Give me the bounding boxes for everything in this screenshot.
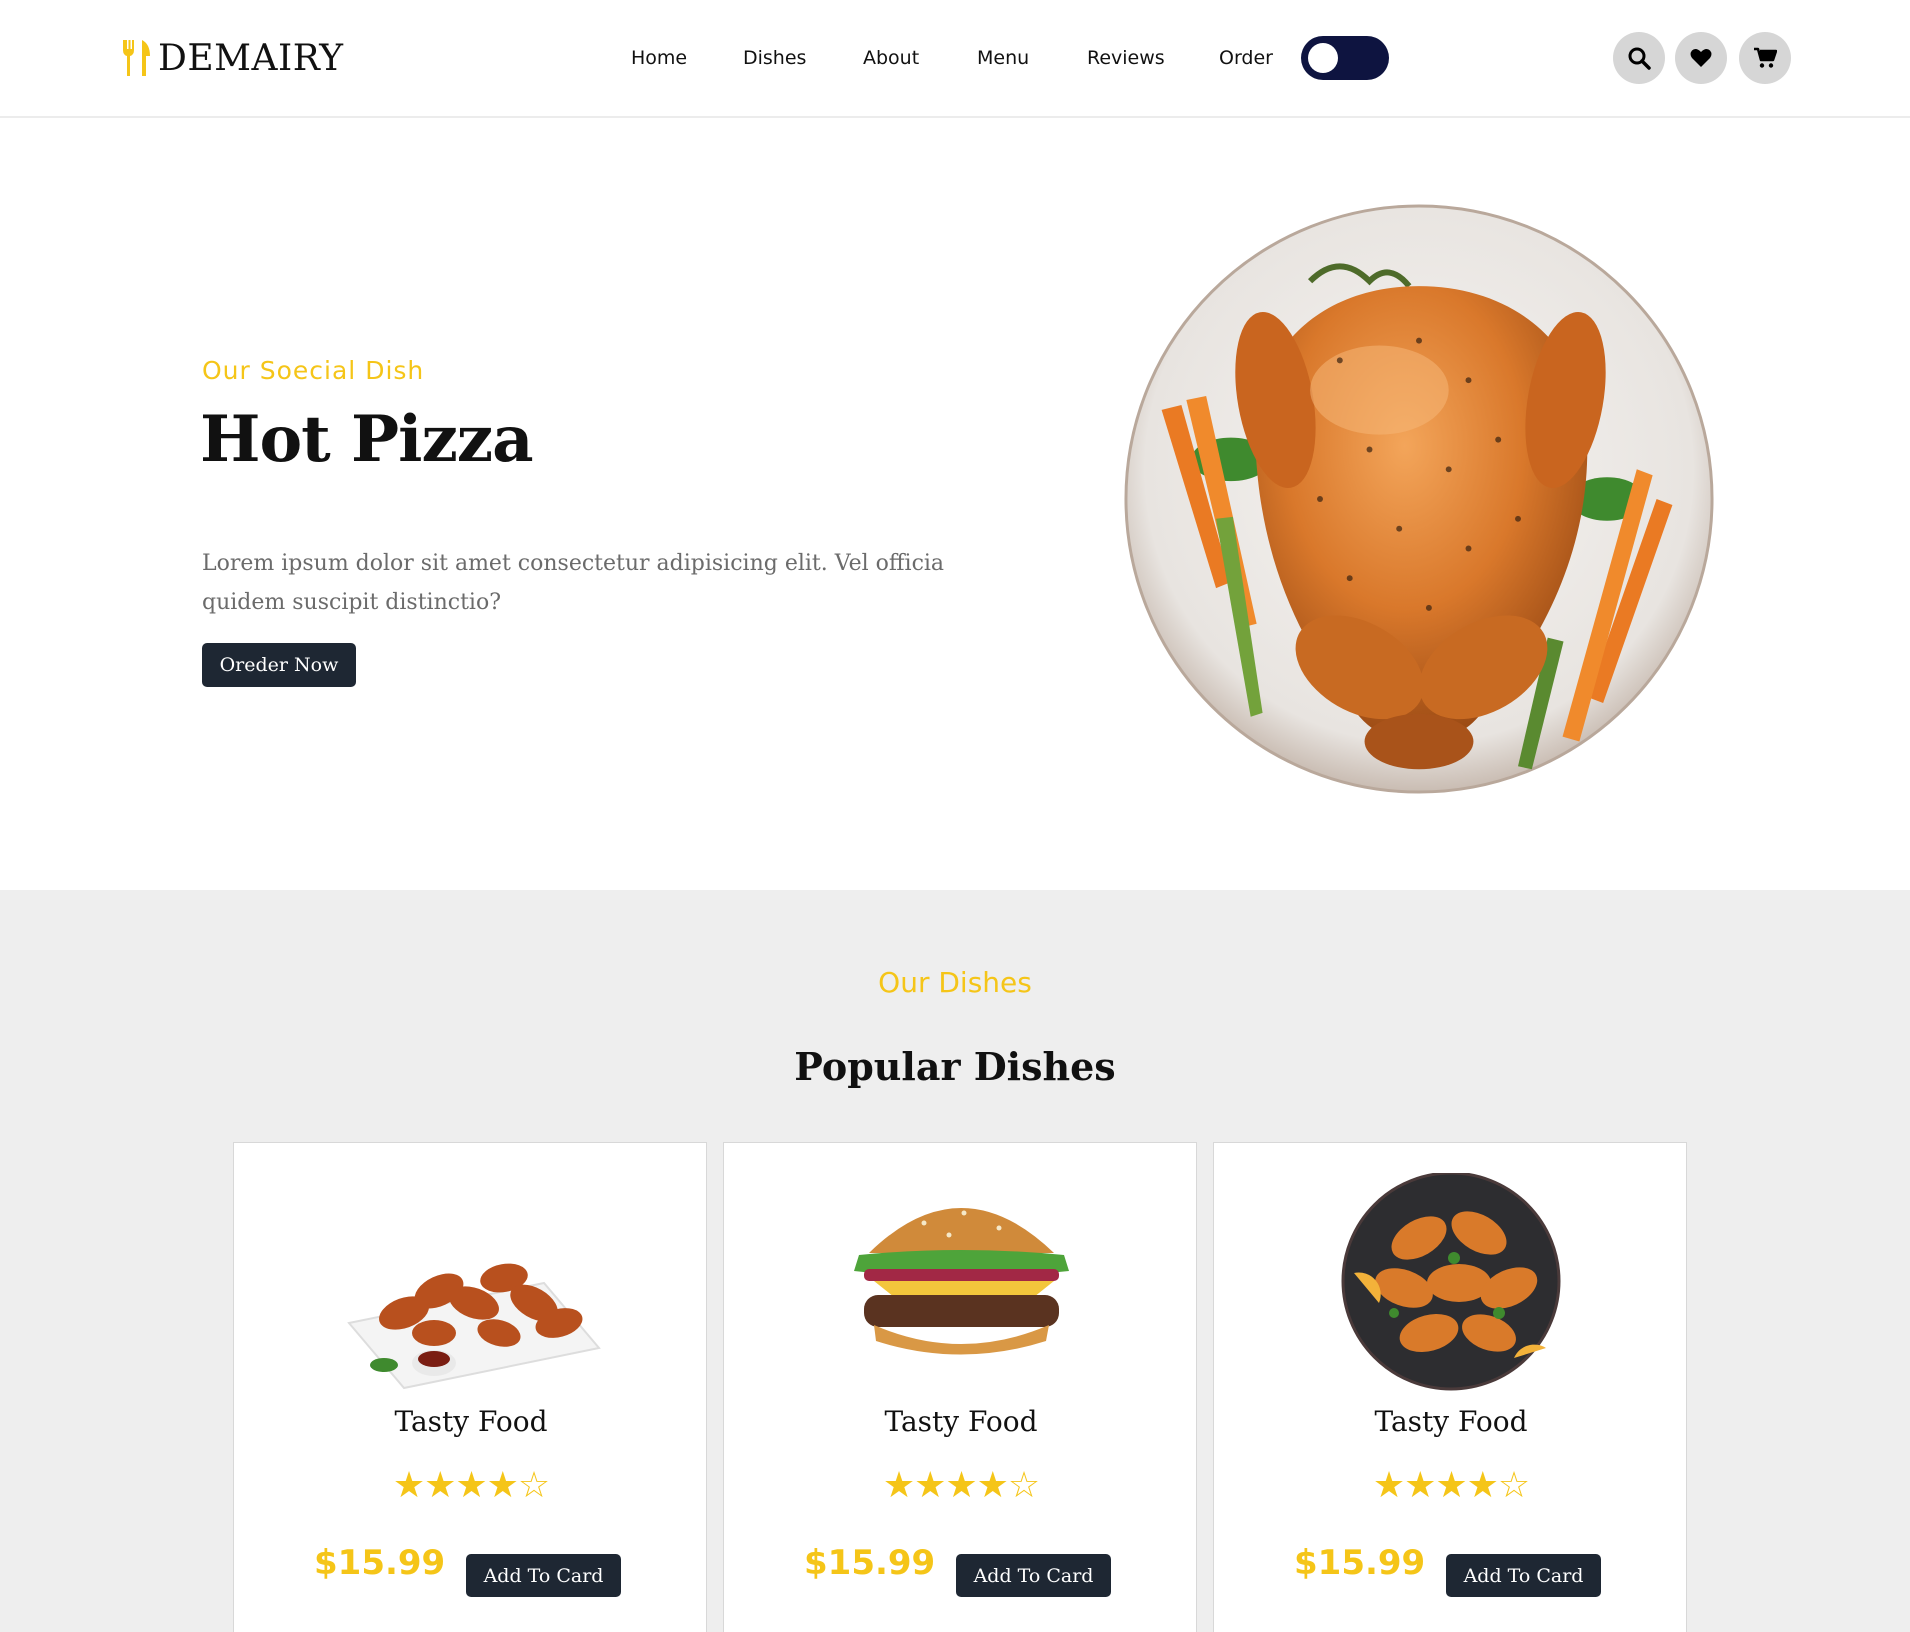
- theme-toggle[interactable]: [1301, 36, 1389, 80]
- nav-item-home[interactable]: Home: [631, 44, 687, 72]
- nav-item-menu[interactable]: Menu: [977, 44, 1029, 72]
- nav-item-dishes[interactable]: Dishes: [743, 44, 806, 72]
- burger-image: [854, 1208, 1069, 1355]
- toggle-knob: [1308, 43, 1338, 73]
- add-to-card-button[interactable]: Add To Card: [956, 1554, 1111, 1597]
- dish-name: Tasty Food: [1374, 1405, 1528, 1438]
- site-header: DEMAIRY Home Dishes About Menu Reviews O…: [0, 0, 1910, 118]
- dishes-subtitle: Our Dishes: [878, 966, 1032, 999]
- order-now-button[interactable]: Oreder Now: [202, 643, 356, 687]
- search-button[interactable]: [1613, 32, 1665, 84]
- add-to-card-button[interactable]: Add To Card: [1446, 1554, 1601, 1597]
- hero-description: Lorem ipsum dolor sit amet consectetur a…: [202, 551, 945, 615]
- hero-subtitle: Our Soecial Dish: [202, 356, 425, 385]
- nav-item-reviews[interactable]: Reviews: [1087, 44, 1165, 72]
- chicken-wings-image: [347, 1263, 601, 1390]
- rating-stars: ★★★★☆: [882, 1465, 1040, 1506]
- dish-name: Tasty Food: [394, 1405, 548, 1438]
- dish-card: Tasty Food ★★★★☆ $15.99 Add To Card: [233, 1142, 707, 1632]
- dish-price: $15.99: [804, 1543, 936, 1583]
- dish-name: Tasty Food: [884, 1405, 1038, 1438]
- rating-stars: ★★★★☆: [1372, 1465, 1530, 1506]
- add-to-card-button[interactable]: Add To Card: [466, 1554, 621, 1597]
- cart-button[interactable]: [1739, 32, 1791, 84]
- nav-item-about[interactable]: About: [863, 44, 919, 72]
- fried-chicken-image: [1341, 1173, 1561, 1391]
- cart-icon: [1754, 47, 1777, 68]
- dish-price: $15.99: [314, 1543, 446, 1583]
- dish-price: $15.99: [1294, 1543, 1426, 1583]
- dish-card: Tasty Food ★★★★☆ $15.99 Add To Card: [723, 1142, 1197, 1632]
- dish-card: Tasty Food ★★★★☆ $15.99 Add To Card: [1213, 1142, 1687, 1632]
- heart-icon: [1690, 49, 1712, 67]
- hero-section: Our Soecial Dish Hot Pizza Lorem ipsum d…: [0, 120, 1910, 890]
- nav-item-order[interactable]: Order: [1219, 44, 1273, 72]
- roast-chicken-image: [1124, 204, 1714, 794]
- wishlist-button[interactable]: [1675, 32, 1727, 84]
- hero-title: Hot Pizza: [200, 402, 534, 477]
- dishes-section: Our Dishes Popular Dishes Tasty Food ★★★…: [0, 890, 1910, 1632]
- search-icon: [1628, 47, 1651, 70]
- dishes-title: Popular Dishes: [794, 1044, 1116, 1089]
- rating-stars: ★★★★☆: [392, 1465, 550, 1506]
